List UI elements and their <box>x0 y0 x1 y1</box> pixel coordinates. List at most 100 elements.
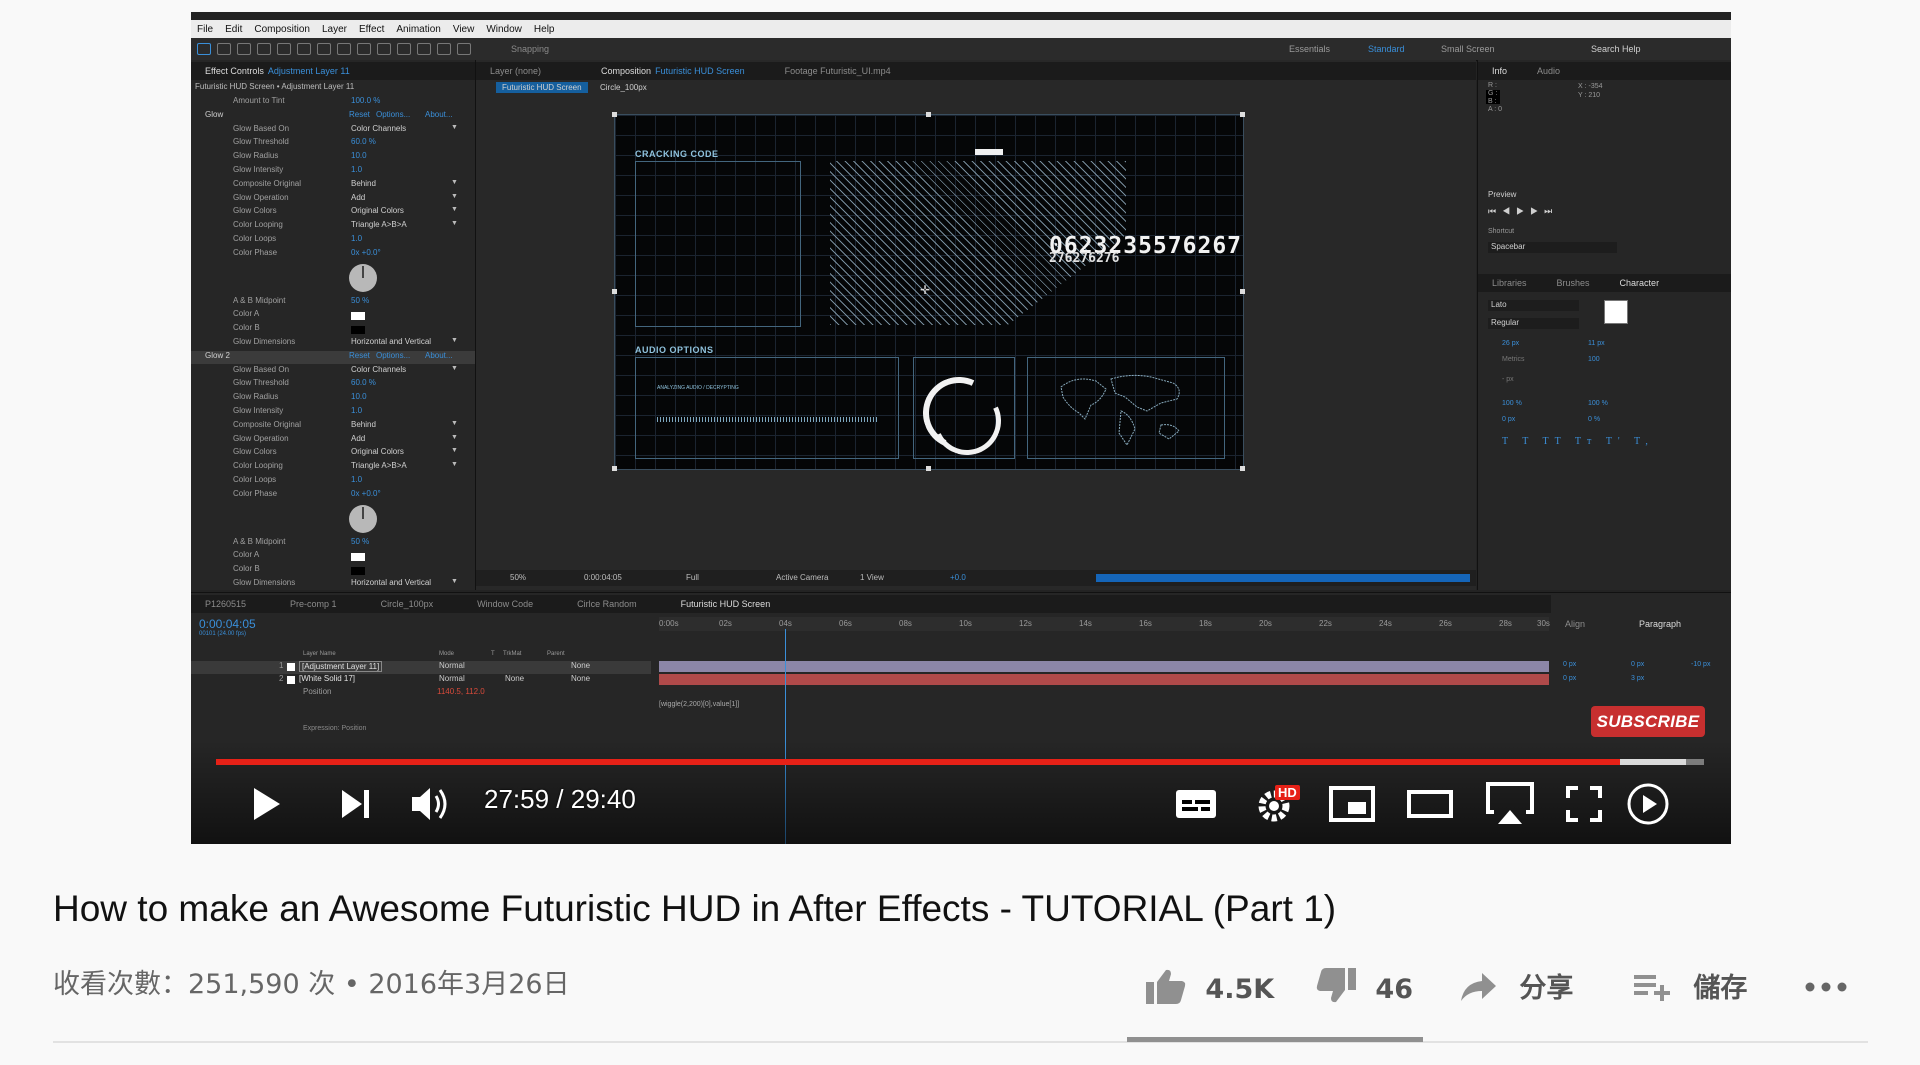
effect-property-row[interactable]: Glow Operation Add <box>191 193 475 206</box>
tl-tab-5[interactable]: Cirlce Random <box>577 599 637 609</box>
effect-header-row[interactable]: Glow Reset Options... About... <box>191 110 475 123</box>
dislike-button[interactable]: 46 <box>1314 966 1413 1006</box>
effect-property-value[interactable]: 1.0 <box>351 234 362 243</box>
subscribe-watermark-button[interactable]: SUBSCRIBE <box>1591 706 1705 737</box>
effect-property-value[interactable]: 100.0 % <box>351 96 380 105</box>
effect-property-row[interactable]: Amount to Tint 100.0 % <box>191 96 475 109</box>
effect-property-row[interactable]: Glow Threshold 60.0 % <box>191 137 475 150</box>
position-value[interactable]: 1140.5, 112.0 <box>437 687 485 696</box>
effect-property-row[interactable]: Color B <box>191 323 475 336</box>
effect-property-value[interactable]: 10.0 <box>351 392 367 401</box>
effect-property-dropdown[interactable]: Original Colors <box>351 447 458 456</box>
layer-trkmat[interactable]: None <box>505 674 524 683</box>
subtitles-icon[interactable] <box>1174 784 1218 824</box>
effect-property-row[interactable]: Color Loops 1.0 <box>191 475 475 488</box>
color-phase-dial-icon[interactable] <box>349 504 377 533</box>
effect-property-row[interactable]: Glow Threshold 60.0 % <box>191 378 475 391</box>
effect-property-row[interactable]: Color A <box>191 309 475 322</box>
space-before[interactable]: 0 px <box>1563 675 1576 682</box>
effect-property-dropdown[interactable]: Horizontal and Vertical <box>351 337 458 346</box>
more-actions-icon[interactable] <box>1804 980 1848 994</box>
handle-bl[interactable] <box>612 466 617 471</box>
effect-about-link[interactable]: About... <box>425 110 453 119</box>
effect-reset-link[interactable]: Reset <box>349 351 370 360</box>
like-button[interactable]: 4.5K <box>1144 966 1274 1006</box>
effect-property-dropdown[interactable]: Behind <box>351 179 458 188</box>
layer-mode[interactable]: Normal <box>439 661 465 670</box>
table-row[interactable]: 1 [Adjustment Layer 11] Normal None <box>191 661 651 674</box>
effect-property-value[interactable]: 60.0 % <box>351 378 376 387</box>
effect-property-row[interactable]: Color A <box>191 550 475 563</box>
effect-property-row[interactable]: Glow Radius 10.0 <box>191 392 475 405</box>
tl-tab-2[interactable]: Pre-comp 1 <box>290 599 337 609</box>
effect-property-row[interactable]: Glow Colors Original Colors <box>191 206 475 219</box>
effect-property-row[interactable]: Glow Colors Original Colors <box>191 447 475 460</box>
effect-property-row[interactable]: Glow Dimensions Horizontal and Vertical <box>191 578 475 590</box>
effect-property-value[interactable]: 50 % <box>351 296 369 305</box>
effect-property-value[interactable]: 60.0 % <box>351 137 376 146</box>
effect-options-link[interactable]: Options... <box>376 110 410 119</box>
effect-property-row[interactable]: Glow Based On Color Channels <box>191 365 475 378</box>
tsume-value[interactable]: 0 % <box>1588 416 1600 423</box>
effect-property-value[interactable]: 0x +0.0° <box>351 248 381 257</box>
tl-tab-6[interactable]: Futuristic HUD Screen <box>681 599 771 609</box>
progress-bar[interactable] <box>216 759 1704 765</box>
effect-property-dropdown[interactable]: Color Channels <box>351 124 458 133</box>
effect-property-dropdown[interactable]: Triangle A>B>A <box>351 461 457 470</box>
color-swatch[interactable] <box>351 312 365 321</box>
effect-property-row[interactable]: Color B <box>191 564 475 577</box>
kerning-value[interactable]: Metrics <box>1502 356 1525 363</box>
effect-property-row[interactable]: A & B Midpoint 50 % <box>191 296 475 309</box>
effect-property-dropdown[interactable]: Add <box>351 434 460 443</box>
tl-tab-3[interactable]: Circle_100px <box>381 599 434 609</box>
effect-options-link[interactable]: Options... <box>376 351 410 360</box>
tl-tab-4[interactable]: Window Code <box>477 599 533 609</box>
tl-timecode[interactable]: 0:00:04:05 <box>199 617 256 631</box>
text-style-buttons[interactable]: T T TT Tт T' T, <box>1502 436 1654 447</box>
effect-property-dropdown[interactable]: Original Colors <box>351 206 458 215</box>
volume-icon[interactable] <box>408 782 452 826</box>
vertical-scale[interactable]: 100 % <box>1502 400 1522 407</box>
effect-property-dropdown[interactable]: Behind <box>351 420 458 429</box>
color-phase-dial-icon[interactable] <box>349 263 377 292</box>
effect-property-row[interactable]: Glow Dimensions Horizontal and Vertical <box>191 337 475 350</box>
miniplayer-icon[interactable] <box>1328 784 1376 824</box>
table-row[interactable]: 2 [White Solid 17] Normal None None <box>191 674 651 687</box>
effect-property-row[interactable]: Color Phase 0x +0.0° <box>191 248 475 261</box>
tracking-value[interactable]: 100 <box>1588 356 1600 363</box>
effect-property-dropdown[interactable]: Add <box>351 193 460 202</box>
effect-property-value[interactable]: 0x +0.0° <box>351 489 381 498</box>
effect-property-dropdown[interactable]: Color Channels <box>351 365 458 374</box>
handle-tr[interactable] <box>1240 112 1245 117</box>
theater-mode-icon[interactable] <box>1406 784 1454 824</box>
time-ruler[interactable]: 0:00s 02s 04s 06s 08s 10s 12s 14s 16s 18… <box>659 617 1550 631</box>
effect-property-row[interactable]: Glow Radius 10.0 <box>191 151 475 164</box>
next-video-icon[interactable] <box>338 786 374 822</box>
indent-first[interactable]: -10 px <box>1691 661 1710 668</box>
effect-property-dropdown[interactable]: Triangle A>B>A <box>351 220 457 229</box>
effect-property-value[interactable]: 50 % <box>351 537 369 546</box>
comp-canvas[interactable]: CRACKING CODE 0623235576267 276276276 AU… <box>612 112 1245 471</box>
solid-layer-bar[interactable] <box>659 674 1549 685</box>
effect-property-row[interactable]: Color Looping Triangle A>B>A <box>191 220 475 233</box>
font-style-select[interactable]: Regular <box>1488 318 1579 329</box>
font-select[interactable]: Lato <box>1488 300 1579 311</box>
handle-br[interactable] <box>1240 466 1245 471</box>
fill-color-swatch[interactable] <box>1604 300 1628 324</box>
effect-property-row[interactable]: Glow Intensity 1.0 <box>191 165 475 178</box>
expression-text[interactable]: [wiggle(2,200)[0],value[1]] <box>659 701 739 708</box>
effect-property-dropdown[interactable]: Horizontal and Vertical <box>351 578 458 587</box>
effect-property-value[interactable]: 10.0 <box>351 151 367 160</box>
share-button[interactable]: 分享 <box>1458 966 1573 1005</box>
property-row[interactable]: Position 1140.5, 112.0 <box>191 687 651 700</box>
layer-parent[interactable]: None <box>571 661 590 670</box>
handle-bc[interactable] <box>926 466 931 471</box>
video-player[interactable]: File Edit Composition Layer Effect Anima… <box>191 12 1731 844</box>
font-size[interactable]: 26 px <box>1502 340 1519 347</box>
play-icon[interactable] <box>246 782 286 826</box>
horizontal-scale[interactable]: 100 % <box>1588 400 1608 407</box>
space-after[interactable]: 3 px <box>1631 675 1644 682</box>
effect-property-value[interactable]: 1.0 <box>351 165 362 174</box>
shortcut-select[interactable]: Spacebar <box>1488 242 1617 253</box>
effect-property-row[interactable]: Color Looping Triangle A>B>A <box>191 461 475 474</box>
